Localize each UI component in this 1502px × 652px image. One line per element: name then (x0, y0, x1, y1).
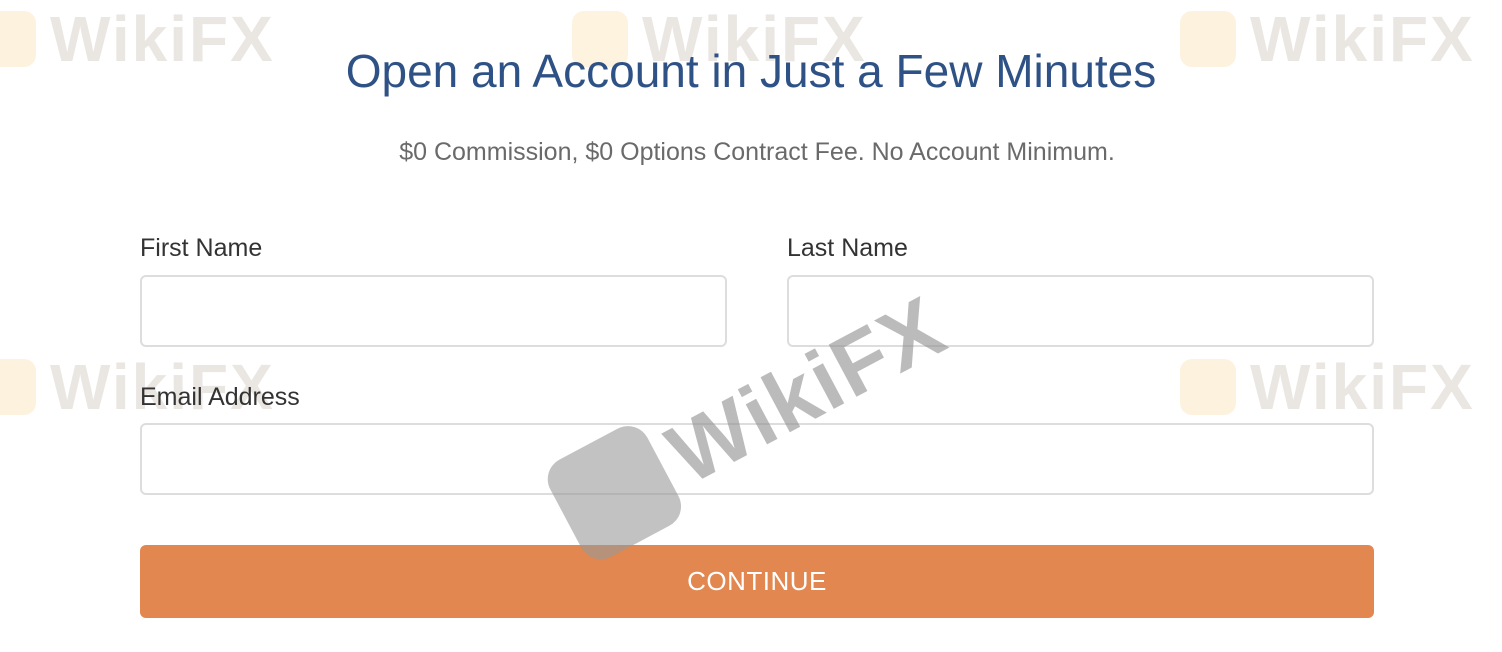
wikifx-logo-icon (0, 359, 36, 415)
page-subtitle: $0 Commission, $0 Options Contract Fee. … (399, 138, 1115, 166)
first-name-label: First Name (140, 234, 263, 262)
email-label: Email Address (140, 383, 300, 411)
account-signup-page: WikiFX WikiFX WikiFX WikiFX WikiFX Open … (0, 0, 1502, 652)
watermark-text: WikiFX (1250, 351, 1475, 423)
wikifx-logo-icon (1180, 359, 1236, 415)
first-name-field[interactable] (140, 275, 727, 347)
continue-button[interactable]: CONTINUE (140, 545, 1374, 618)
page-title: Open an Account in Just a Few Minutes (345, 45, 1157, 97)
last-name-label: Last Name (787, 234, 908, 262)
email-field[interactable] (140, 423, 1374, 495)
last-name-field[interactable] (787, 275, 1374, 347)
watermark: WikiFX (1180, 350, 1475, 424)
